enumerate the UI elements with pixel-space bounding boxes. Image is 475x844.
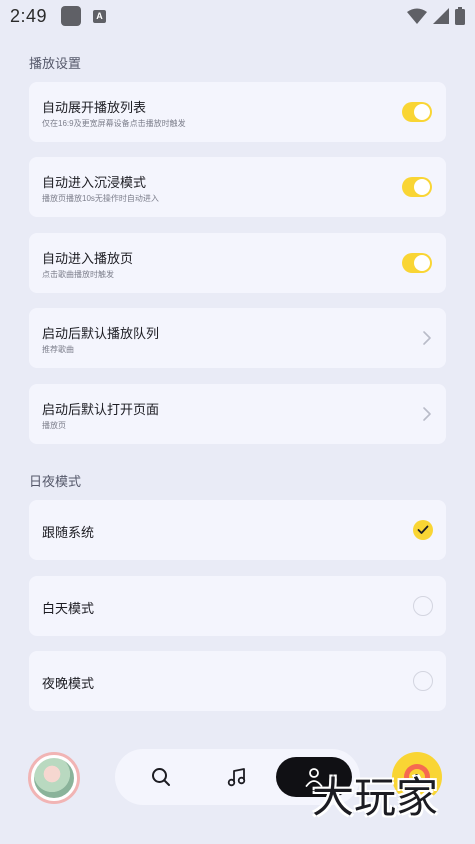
music-note-icon[interactable]	[227, 767, 247, 787]
radio-checked-icon[interactable]	[413, 520, 433, 540]
setting-desc: 播放页播放10s无操作时自动进入	[42, 194, 159, 203]
theme-section-title: 日夜模式	[29, 474, 82, 489]
setting-auto-enter-player[interactable]: 自动进入播放页 点击歌曲播放时触发	[29, 233, 446, 293]
theme-option-night[interactable]: 夜晚模式	[29, 651, 446, 711]
toggle-knob	[414, 255, 430, 271]
toggle-knob	[414, 179, 430, 195]
setting-title: 自动进入沉浸模式	[42, 175, 147, 190]
radio-empty-icon[interactable]	[413, 671, 433, 691]
theme-option-day[interactable]: 白天模式	[29, 576, 446, 636]
setting-desc: 播放页	[42, 421, 66, 430]
setting-desc: 点击歌曲播放时触发	[42, 270, 114, 279]
chevron-right-icon	[423, 331, 431, 345]
battery-icon	[455, 7, 465, 25]
theme-option-label: 夜晚模式	[42, 676, 95, 691]
status-time: 2:49	[10, 5, 48, 26]
setting-auto-immersive[interactable]: 自动进入沉浸模式 播放页播放10s无操作时自动进入	[29, 157, 446, 217]
setting-title: 启动后默认打开页面	[42, 402, 160, 417]
watermark: 大玩家	[312, 772, 462, 824]
radio-empty-icon[interactable]	[413, 596, 433, 616]
app-badge-icon: A	[93, 9, 107, 23]
toggle-knob	[414, 104, 430, 120]
status-bar: 2:49 A	[0, 0, 475, 32]
avatar-image	[34, 758, 74, 798]
signal-icon	[433, 8, 449, 24]
theme-option-follow-system[interactable]: 跟随系统	[29, 500, 446, 560]
setting-title: 自动展开播放列表	[42, 100, 147, 115]
setting-desc: 仅在16:9及更宽屏幕设备点击播放时触发	[42, 119, 186, 128]
search-icon[interactable]	[151, 767, 171, 787]
app-notification-icon	[61, 6, 82, 26]
setting-auto-expand-playlist[interactable]: 自动展开播放列表 仅在16:9及更宽屏幕设备点击播放时触发	[29, 82, 446, 142]
setting-default-page[interactable]: 启动后默认打开页面 播放页	[29, 384, 446, 444]
auto-enter-player-toggle[interactable]	[402, 253, 432, 273]
auto-expand-playlist-toggle[interactable]	[402, 102, 432, 122]
check-icon	[417, 525, 429, 534]
wifi-icon	[407, 8, 427, 24]
theme-option-label: 跟随系统	[42, 525, 95, 540]
setting-title: 自动进入播放页	[42, 251, 134, 266]
theme-option-label: 白天模式	[42, 601, 95, 616]
chevron-right-icon	[423, 407, 431, 421]
playback-section-title: 播放设置	[29, 56, 82, 71]
auto-immersive-toggle[interactable]	[402, 177, 432, 197]
watermark-text: 大玩家	[312, 773, 439, 822]
setting-default-queue[interactable]: 启动后默认播放队列 推荐歌曲	[29, 308, 446, 368]
avatar[interactable]	[28, 752, 80, 804]
setting-title: 启动后默认播放队列	[42, 326, 160, 341]
setting-desc: 推荐歌曲	[42, 345, 74, 354]
